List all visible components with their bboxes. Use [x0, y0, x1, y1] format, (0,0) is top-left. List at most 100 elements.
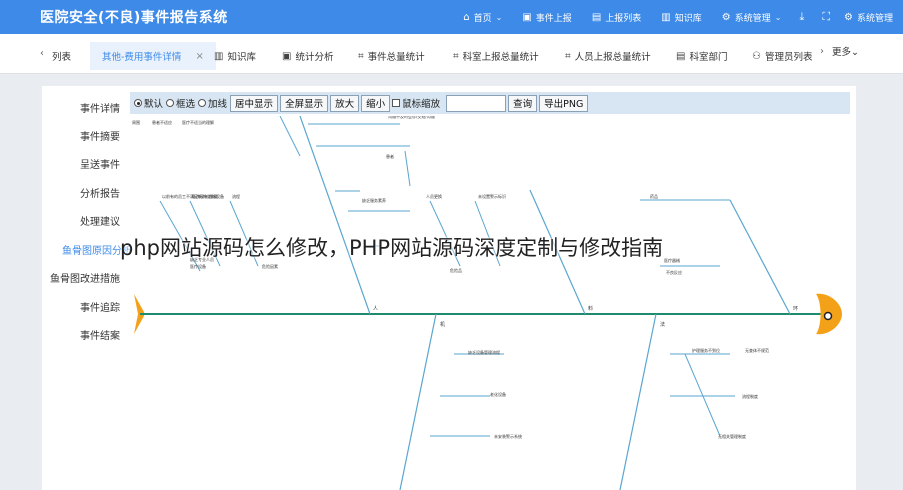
user-icon: ⚇: [752, 50, 761, 62]
close-icon[interactable]: ×: [195, 51, 203, 62]
fishbone-bones: 人料环周围 患者不适应 医疗不适当的理解沟通不及时会诊/交班/沟通患者缺乏服务素养以…: [132, 116, 842, 490]
side-item-fishbone-improve[interactable]: 鱼骨图改进措施: [50, 270, 120, 285]
side-item-event-detail[interactable]: 事件详情: [80, 100, 120, 115]
cause-label: 周围: [132, 119, 140, 125]
tab-dept-total[interactable]: ⌗ 科室上报总量统计: [453, 42, 539, 70]
radio-icon: [134, 99, 142, 107]
app-title: 医院安全(不良)事件报告系统: [40, 10, 228, 26]
fish-eye: [823, 311, 833, 321]
bottom-main-bone: [619, 313, 657, 490]
center-button[interactable]: 居中显示: [230, 94, 279, 112]
query-button[interactable]: 查询: [508, 94, 538, 112]
content-panel: 事件详情 事件摘要 呈送事件 分析报告 处理建议 鱼骨图原因分析 鱼骨图改进措施…: [42, 86, 856, 490]
tab-label: 人员上报总量统计: [574, 52, 651, 63]
sub-bone: [404, 150, 411, 187]
category-label: 料: [588, 305, 593, 312]
doc-icon: ▤: [676, 50, 686, 62]
cause-label: 缺乏设备管理流程: [468, 349, 500, 355]
cause-label: 患者不适应: [152, 119, 172, 125]
checkbox-label: 鼠标缩放: [402, 99, 441, 110]
nav-home[interactable]: ⌂ 首页 ⌄: [463, 11, 502, 24]
app-root: 医院安全(不良)事件报告系统 ⌂ 首页 ⌄ ▣ 事件上报 ▤ 上报列表 ▥ 知识…: [0, 0, 903, 490]
book-icon: ▥: [661, 11, 671, 23]
tab-knowledge[interactable]: ▥ 知识库: [214, 42, 256, 70]
chevron-left-icon[interactable]: ‹: [40, 48, 44, 59]
nav-report-label: 事件上报: [535, 13, 572, 24]
category-label: 环: [793, 306, 798, 312]
nav-knowledge[interactable]: ▥ 知识库: [661, 11, 701, 24]
export-png-button[interactable]: 导出PNG: [539, 94, 589, 112]
nav-list[interactable]: ▤ 上报列表: [592, 11, 641, 24]
fullscreen-icon[interactable]: ⛶: [822, 10, 830, 24]
top-header: 医院安全(不良)事件报告系统 ⌂ 首页 ⌄ ▣ 事件上报 ▤ 上报列表 ▥ 知识…: [0, 0, 903, 34]
mode-default-radio[interactable]: 默认: [134, 96, 163, 110]
query-input[interactable]: [446, 94, 507, 112]
cause-label: 未设置警示标识: [478, 193, 506, 199]
chevron-right-icon[interactable]: ›: [820, 46, 824, 57]
tab-event-detail[interactable]: 其他-费用事件详情 ×: [90, 42, 216, 70]
home-icon: ⌂: [463, 11, 470, 23]
sub-bone: [684, 353, 721, 437]
side-item-event-close[interactable]: 事件结案: [80, 327, 120, 342]
side-item-submit-event[interactable]: 呈送事件: [80, 156, 120, 171]
tab-admins[interactable]: ⚇ 管理员列表: [752, 42, 812, 70]
radio-label: 默认: [144, 99, 164, 110]
tab-label: 科室上报总量统计: [462, 52, 539, 63]
tab-bar: ‹ 列表 其他-费用事件详情 × ▥ 知识库 ▣ 统计分析 ⌗ 事件总量统计 ⌗…: [0, 34, 903, 74]
cause-label: 缺乏服务素养: [362, 197, 386, 203]
chart-icon: ▣: [282, 50, 292, 62]
more-label: 更多: [832, 47, 852, 58]
zoom-out-button[interactable]: 缩小: [361, 94, 391, 112]
tab-label: 事件总量统计: [367, 52, 425, 63]
top-nav: ⌂ 首页 ⌄ ▣ 事件上报 ▤ 上报列表 ▥ 知识库 ⚙ 系统管理 ⌄ ⤓ ⛶ …: [443, 0, 893, 34]
chevron-down-icon: ⌄: [774, 12, 782, 22]
report-icon: ▣: [522, 11, 532, 23]
top-main-bone: [729, 199, 791, 315]
zoom-in-button[interactable]: 放大: [330, 94, 360, 112]
fullscreen-button[interactable]: 全屏显示: [280, 94, 329, 112]
nav-system-label: 系统管理: [734, 13, 771, 24]
radio-icon: [198, 99, 207, 107]
nav-system[interactable]: ⚙ 系统管理 ⌄: [722, 11, 782, 24]
cause-label: 患者: [386, 153, 394, 159]
tab-list[interactable]: 列表: [52, 42, 71, 70]
fishbone-diagram[interactable]: 人料环周围 患者不适应 医疗不适当的理解沟通不及时会诊/交班/沟通患者缺乏服务素养以…: [130, 116, 856, 490]
side-item-suggestions[interactable]: 处理建议: [80, 213, 120, 228]
tab-staff-total[interactable]: ⌗ 人员上报总量统计: [565, 42, 651, 70]
nav-user[interactable]: ⚙ 系统管理: [844, 11, 893, 24]
cause-label: 无相关管理制度: [718, 433, 746, 439]
tab-departments[interactable]: ▤ 科室部门: [676, 42, 727, 70]
download-icon[interactable]: ⤓: [799, 10, 804, 24]
category-label: 法: [660, 321, 665, 328]
cause-label: 护理服务不到位: [692, 347, 720, 353]
cause-label: 无查体不规范: [745, 347, 769, 353]
cause-label: 未安装警示系统: [494, 433, 522, 439]
more-tabs-button[interactable]: 更多⌄: [832, 44, 859, 58]
checkbox-icon: [392, 99, 401, 107]
nav-home-label: 首页: [473, 13, 492, 24]
cause-label: 人员更换: [426, 193, 442, 199]
tab-label: 知识库: [227, 52, 256, 63]
tab-statistics[interactable]: ▣ 统计分析: [282, 42, 333, 70]
cause-label: 药品: [650, 193, 658, 199]
side-menu: 事件详情 事件摘要 呈送事件 分析报告 处理建议 鱼骨图原因分析 鱼骨图改进措施…: [42, 86, 132, 490]
tab-label: 科室部门: [689, 52, 728, 63]
tab-event-total[interactable]: ⌗ 事件总量统计: [358, 42, 425, 70]
settings-icon: ⚙: [844, 11, 853, 23]
cause-label: 医疗设备: [190, 263, 206, 269]
cause-label: 沟通不及时会诊/交班/沟通: [388, 116, 435, 119]
category-label: 机: [440, 321, 445, 328]
cause-label: 医院现有临床设备: [192, 193, 224, 199]
side-item-event-tracking[interactable]: 事件追踪: [80, 299, 120, 314]
wheel-zoom-checkbox[interactable]: 鼠标缩放: [392, 96, 440, 110]
mode-add-radio[interactable]: 加线: [198, 96, 227, 110]
side-item-event-summary[interactable]: 事件摘要: [80, 128, 120, 143]
cause-label: 流程: [232, 193, 240, 199]
nav-report[interactable]: ▣ 事件上报: [522, 11, 571, 24]
side-item-analysis-report[interactable]: 分析报告: [80, 185, 120, 200]
cause-label: 流程制度: [742, 393, 758, 399]
mode-select-radio[interactable]: 框选: [166, 96, 195, 110]
tab-label: 其他-费用事件详情: [102, 52, 182, 63]
chevron-down-icon: ⌄: [495, 12, 503, 22]
cause-label: 医疗器械: [664, 257, 680, 263]
